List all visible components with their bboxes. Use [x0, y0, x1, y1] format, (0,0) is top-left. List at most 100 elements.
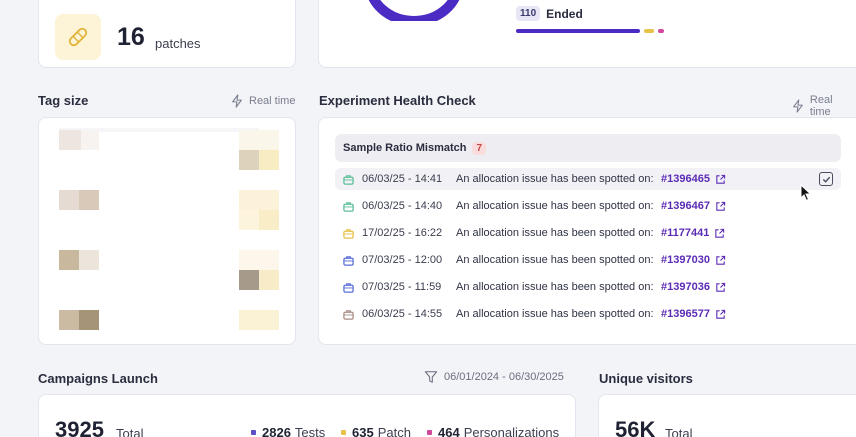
- external-link-icon[interactable]: [715, 309, 726, 320]
- legend-value: 2826: [262, 425, 291, 437]
- visitors-title: Unique visitors: [599, 371, 693, 386]
- experiment-link[interactable]: #1397036: [661, 281, 710, 293]
- tag-size-realtime[interactable]: Real time: [230, 94, 295, 108]
- external-link-icon[interactable]: [715, 282, 726, 293]
- legend-dot: [427, 430, 432, 435]
- date-filter[interactable]: 06/01/2024 - 06/30/2025: [424, 370, 564, 384]
- blurred-cell: [239, 310, 279, 330]
- external-link-icon[interactable]: [715, 255, 726, 266]
- campaign-legend-item: 464 Personalizations: [427, 425, 559, 437]
- alert-date: 07/03/25 - 12:00: [362, 254, 443, 266]
- alert-row[interactable]: 07/03/25 - 12:00 An allocation issue has …: [335, 249, 841, 271]
- briefcase-icon: [343, 255, 354, 266]
- date-range-label: 06/01/2024 - 06/30/2025: [444, 371, 564, 383]
- blurred-cell: [79, 250, 99, 270]
- health-check-realtime[interactable]: Real time: [791, 94, 856, 118]
- lightning-icon: [232, 94, 242, 108]
- briefcase-icon: [343, 282, 354, 293]
- alert-date: 06/03/25 - 14:40: [362, 200, 443, 212]
- campaign-status-card: 110 Ended: [318, 0, 856, 68]
- blurred-cell: [259, 270, 279, 290]
- realtime-label: Real time: [809, 94, 833, 118]
- realtime-label: Real time: [249, 95, 296, 107]
- personalization-bar-segment: [658, 29, 664, 33]
- experiment-link[interactable]: #1396577: [661, 308, 710, 320]
- campaigns-card: 3925 Total 2826 Tests 635 Patch 464 Personali…: [38, 394, 576, 437]
- campaigns-total: 3925: [55, 417, 104, 437]
- check-icon: [822, 176, 830, 183]
- lightning-icon: [793, 99, 803, 113]
- briefcase-icon: [343, 174, 354, 185]
- alert-date: 17/02/25 - 16:22: [362, 227, 443, 239]
- ended-legend: 110 Ended: [516, 6, 583, 21]
- external-link-icon[interactable]: [714, 228, 725, 239]
- visitors-total-label: Total: [665, 426, 693, 437]
- blurred-cell: [239, 150, 259, 170]
- health-check-title: Experiment Health Check: [319, 93, 476, 108]
- experiment-link[interactable]: #1177441: [661, 227, 709, 239]
- alert-date: 07/03/25 - 11:59: [362, 281, 442, 293]
- status-donut-chart: [368, 0, 460, 21]
- visitors-total: 56K: [615, 417, 656, 437]
- ended-bar-segment: [516, 29, 640, 33]
- health-check-card: Sample Ratio Mismatch 7 06/03/25 - 14:41…: [318, 117, 856, 345]
- alert-message: An allocation issue has been spotted on:: [456, 173, 654, 185]
- campaigns-title: Campaigns Launch: [38, 371, 158, 386]
- srm-group-header[interactable]: Sample Ratio Mismatch 7: [335, 134, 841, 162]
- campaign-legend-item: 635 Patch: [341, 425, 411, 437]
- acknowledge-checkbox[interactable]: [819, 172, 833, 186]
- alert-message: An allocation issue has been spotted on:: [456, 281, 654, 293]
- patch-bar-segment: [644, 29, 654, 33]
- legend-dot: [251, 430, 256, 435]
- briefcase-icon: [343, 201, 354, 212]
- briefcase-icon: [343, 228, 354, 239]
- ended-count-badge: 110: [516, 6, 541, 21]
- blurred-cell: [239, 210, 259, 230]
- blurred-cell: [239, 190, 279, 210]
- legend-label: Tests: [294, 425, 326, 437]
- visitors-card: 56K Total: [598, 394, 856, 437]
- alert-row[interactable]: 06/03/25 - 14:40 An allocation issue has …: [335, 195, 841, 217]
- alert-row[interactable]: 07/03/25 - 11:59 An allocation issue has …: [335, 276, 841, 298]
- legend-value: 464: [438, 425, 460, 437]
- mouse-cursor-icon: [800, 184, 812, 202]
- blurred-cell: [79, 190, 99, 210]
- legend-value: 635: [352, 425, 374, 437]
- alert-date: 06/03/25 - 14:41: [362, 173, 443, 185]
- srm-group-title: Sample Ratio Mismatch: [343, 142, 467, 154]
- legend-label: Personalizations: [463, 425, 560, 437]
- tag-size-title: Tag size: [38, 93, 89, 108]
- experiment-link[interactable]: #1396465: [661, 173, 710, 185]
- alert-date: 06/03/25 - 14:55: [362, 308, 443, 320]
- legend-label: Patch: [377, 425, 411, 437]
- external-link-icon[interactable]: [715, 201, 726, 212]
- blurred-cell: [239, 250, 279, 270]
- blurred-cell: [239, 130, 279, 150]
- blurred-cell: [59, 250, 79, 270]
- blurred-cell: [59, 130, 81, 150]
- blurred-cell: [239, 270, 259, 290]
- alert-row[interactable]: 17/02/25 - 16:22 An allocation issue has …: [335, 222, 841, 244]
- campaign-legend-item: 2826 Tests: [251, 425, 325, 437]
- blurred-cell: [259, 150, 279, 170]
- alert-row[interactable]: 06/03/25 - 14:55 An allocation issue has …: [335, 303, 841, 325]
- alert-row[interactable]: 06/03/25 - 14:41 An allocation issue has …: [335, 168, 841, 190]
- campaigns-total-label: Total: [116, 426, 144, 437]
- legend-dot: [341, 430, 346, 435]
- blurred-cell: [79, 310, 99, 330]
- bandage-icon: [55, 14, 101, 60]
- tag-size-card: [38, 117, 296, 345]
- srm-count-badge: 7: [472, 141, 487, 155]
- blurred-cell: [259, 210, 279, 230]
- alert-message: An allocation issue has been spotted on:: [456, 227, 654, 239]
- experiment-link[interactable]: #1396467: [661, 200, 710, 212]
- ended-label: Ended: [546, 6, 583, 21]
- filter-icon: [424, 371, 438, 383]
- experiment-link[interactable]: #1397030: [661, 254, 710, 266]
- patches-count: 16: [117, 23, 145, 51]
- briefcase-icon: [343, 309, 354, 320]
- alert-message: An allocation issue has been spotted on:: [456, 254, 654, 266]
- patches-card: 16 patches: [38, 0, 296, 68]
- external-link-icon[interactable]: [715, 174, 726, 185]
- alert-message: An allocation issue has been spotted on:: [456, 308, 654, 320]
